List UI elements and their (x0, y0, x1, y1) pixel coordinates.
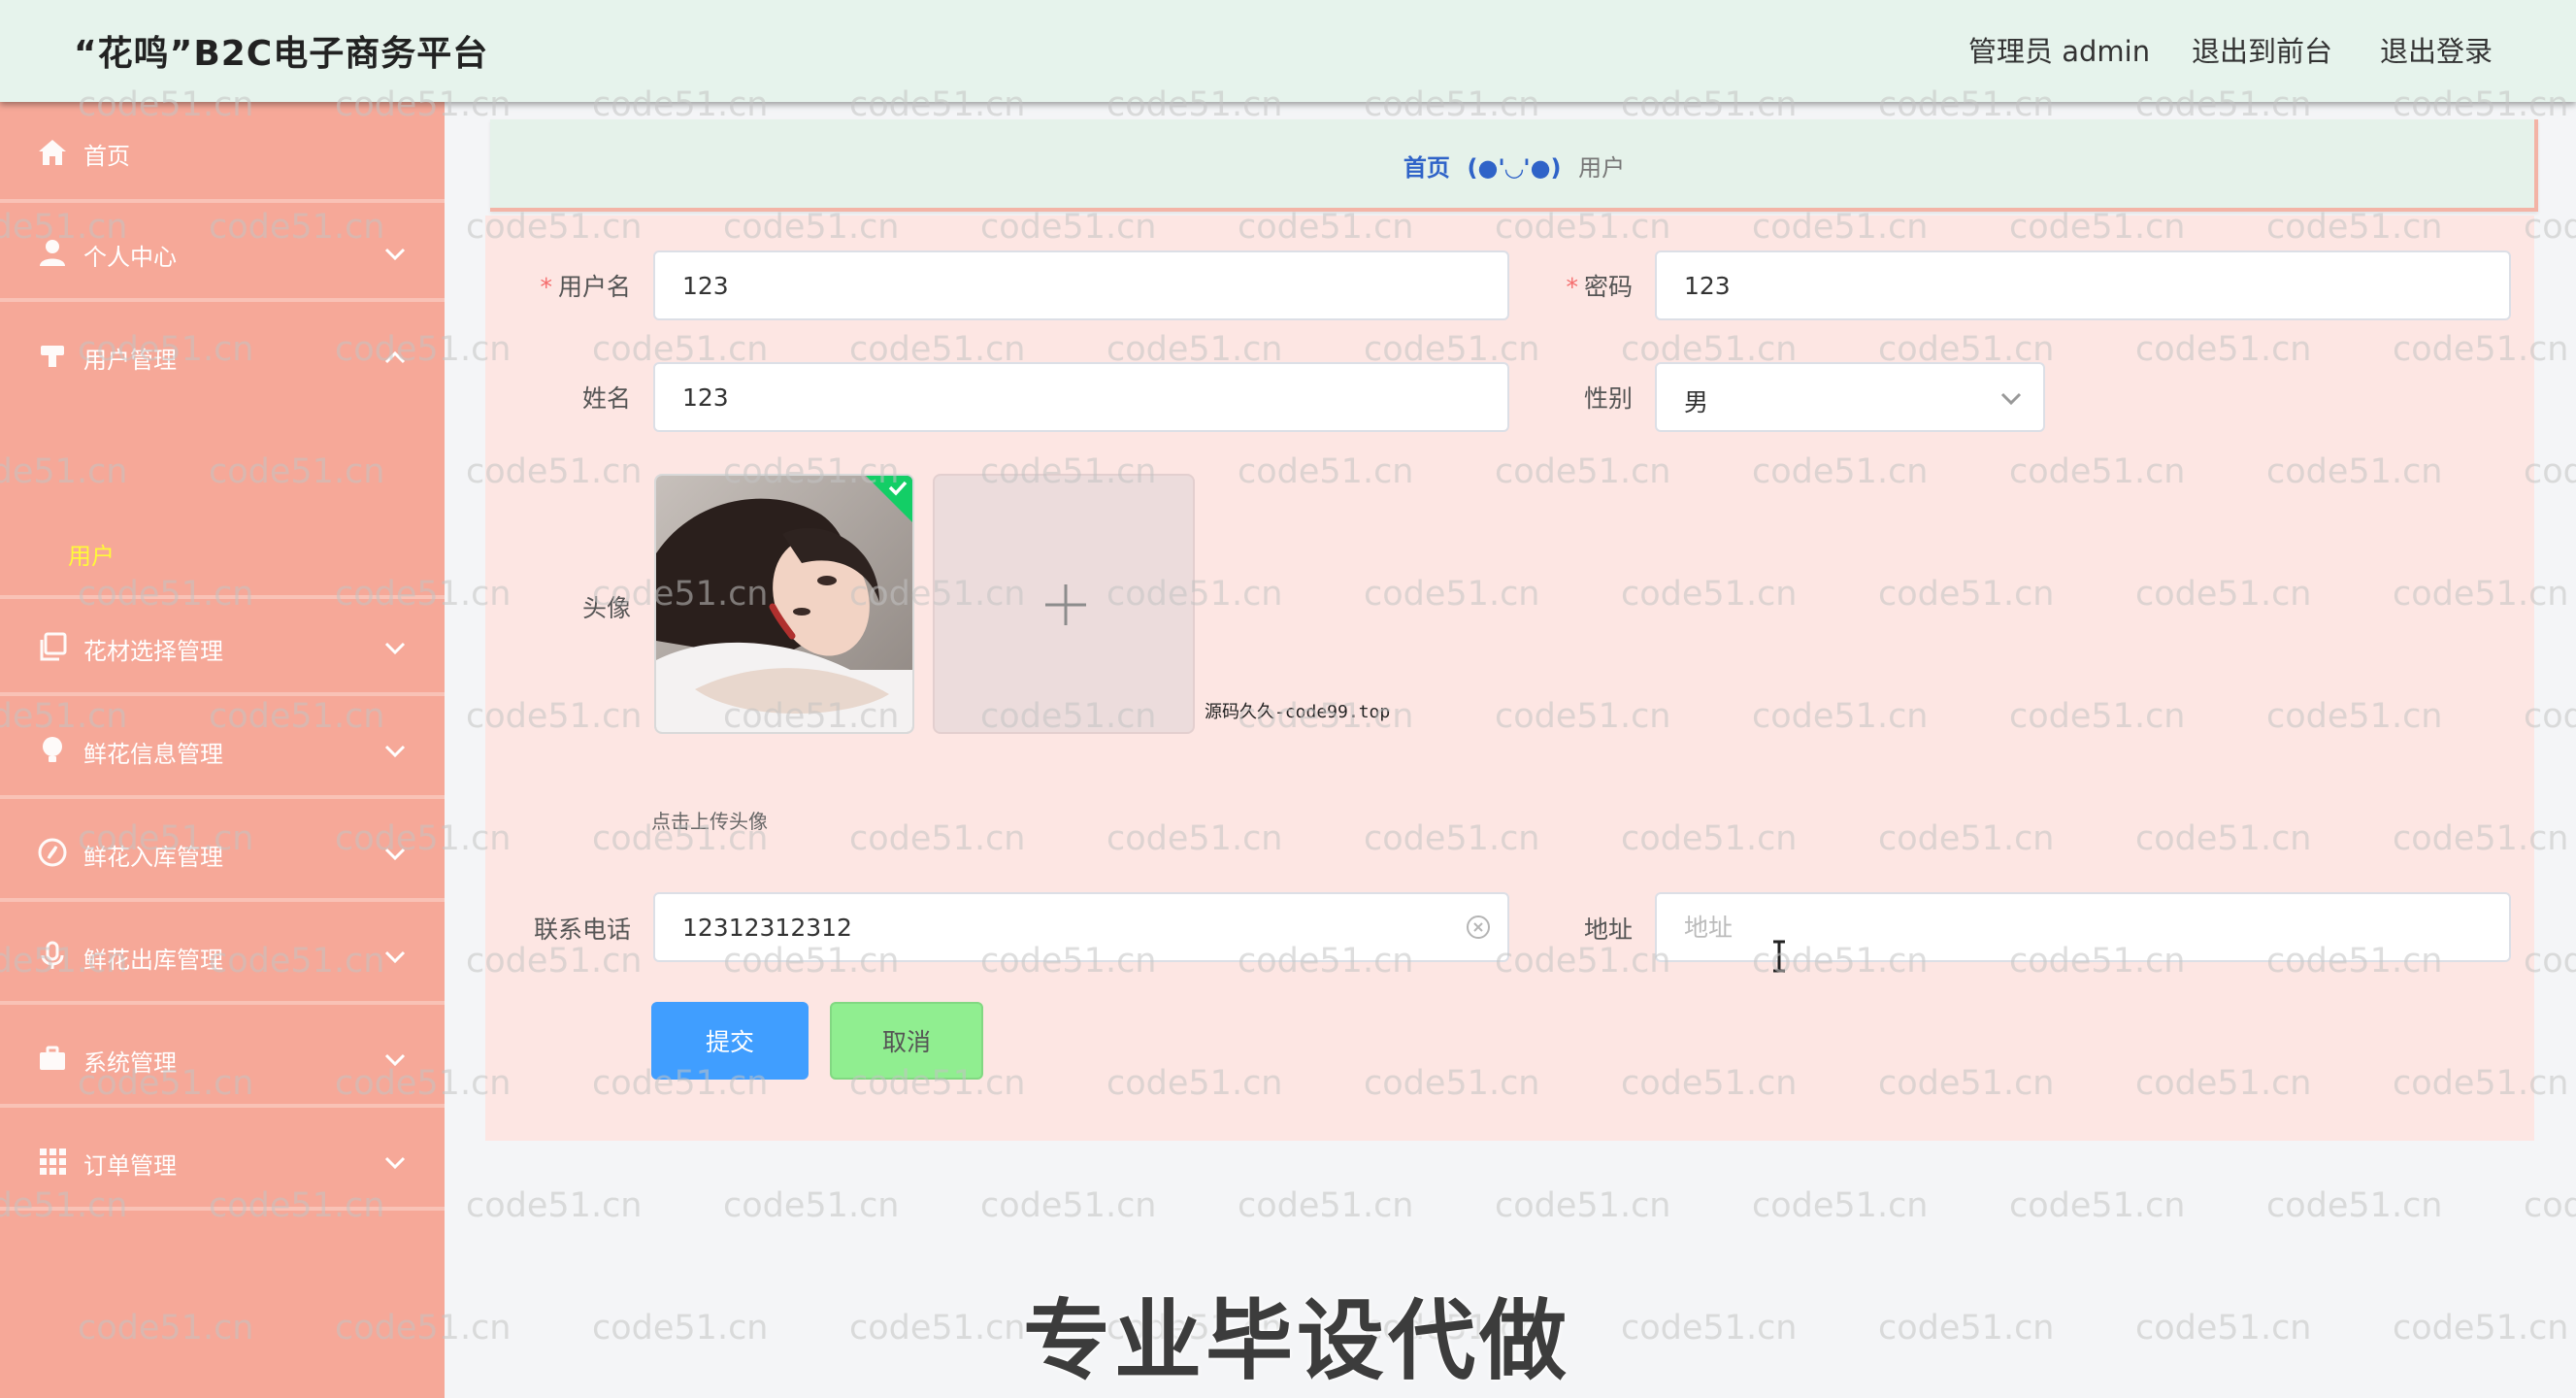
source-note: 源码久久-code99.top (1205, 702, 1391, 722)
grid-icon (40, 1148, 66, 1175)
sidebar-item-label: 系统管理 (83, 1049, 177, 1077)
watermark-text: code51.cn (2135, 1309, 2312, 1348)
phone-input[interactable] (653, 892, 1509, 962)
user-manage-icon (41, 346, 64, 367)
chevron-down-icon (384, 1053, 406, 1067)
sidebar-item-flower-stock-in[interactable]: 鲜花入库管理 (0, 805, 445, 902)
chevron-down-icon (384, 642, 406, 655)
chevron-down-icon (384, 745, 406, 758)
gender-selected-value: 男 (1684, 388, 1709, 416)
clear-icon[interactable] (1466, 915, 1491, 940)
sidebar-item-user-management[interactable]: 用户管理 (0, 308, 445, 599)
avatar-upload-trigger[interactable] (933, 474, 1195, 734)
chevron-up-icon (384, 350, 406, 364)
gender-select[interactable]: 男 (1655, 362, 2045, 432)
breadcrumb-bar: 首页 (●'◡'●) 用户 (490, 119, 2538, 212)
watermark-text: code51.cn (466, 1186, 643, 1225)
watermark-text: code51.cn (1238, 1186, 1414, 1225)
watermark-text: code51.cn (2393, 1309, 2569, 1348)
avatar-upload-hint: 点击上传头像 (651, 810, 768, 833)
watermark-text: code51.cn (2266, 1186, 2443, 1225)
gender-label: 性别 (1583, 384, 1633, 413)
name-input[interactable] (653, 362, 1509, 432)
username-input[interactable] (653, 250, 1509, 320)
sidebar-item-home[interactable]: 首页 (0, 102, 445, 203)
submit-button[interactable]: 提交 (651, 1002, 809, 1080)
copy-icon (40, 632, 67, 661)
upload-success-badge (866, 476, 912, 522)
avatar-preview[interactable] (654, 474, 914, 734)
sidebar-item-orders[interactable]: 订单管理 (0, 1114, 445, 1211)
watermark-text: code51.cn (1878, 1309, 2055, 1348)
chevron-down-icon (2000, 392, 2022, 406)
watermark-text: code51.cn (849, 1309, 1026, 1348)
submenu-item-user[interactable]: 用户 (68, 537, 115, 571)
watermark-text: code51.cn (592, 1309, 769, 1348)
sidebar-item-system[interactable]: 系统管理 (0, 1011, 445, 1108)
exit-to-front-link[interactable]: 退出到前台 (2192, 29, 2332, 70)
sidebar-item-flower-stock-out[interactable]: 鲜花出库管理 (0, 908, 445, 1005)
logout-link[interactable]: 退出登录 (2380, 29, 2493, 70)
name-label: 姓名 (581, 384, 631, 413)
watermark-text: code51.cn (1752, 1186, 1929, 1225)
password-label: * 密码 (1566, 273, 1633, 301)
username-label: * 用户名 (540, 273, 631, 301)
chevron-down-icon (384, 848, 406, 861)
sidebar-item-label: 用户管理 (83, 347, 177, 374)
watermark-text: code51.cn (1621, 1309, 1798, 1348)
watermark-text: code51.cn (2009, 1186, 2186, 1225)
admin-user-link[interactable]: 管理员 admin (1968, 29, 2150, 70)
sidebar-item-flower-info[interactable]: 鲜花信息管理 (0, 702, 445, 799)
required-mark: * (540, 273, 552, 301)
password-input[interactable] (1655, 250, 2511, 320)
sidebar-item-label: 鲜花入库管理 (83, 844, 223, 871)
suitcase-icon (40, 1046, 65, 1070)
app-title: “花鸣”B2C电子商务平台 (74, 34, 489, 74)
sidebar-item-label: 鲜花出库管理 (83, 947, 223, 974)
top-header: “花鸣”B2C电子商务平台 管理员 admin 退出到前台 退出登录 (0, 0, 2576, 102)
home-icon (39, 140, 66, 165)
user-icon (40, 240, 65, 266)
breadcrumb-separator: (●'◡'●) (1467, 154, 1562, 182)
sidebar-item-profile[interactable]: 个人中心 (0, 205, 445, 302)
watermark-text: code51.cn (1495, 1186, 1671, 1225)
phone-label: 联系电话 (533, 915, 631, 944)
compass-icon (38, 838, 67, 867)
text-cursor-icon (1773, 940, 1785, 973)
sidebar-item-label: 首页 (83, 143, 130, 170)
required-mark: * (1566, 273, 1578, 301)
sidebar-item-label: 花材选择管理 (83, 638, 223, 665)
chevron-down-icon (384, 1156, 406, 1170)
watermark-text: code51.cn (2524, 1186, 2576, 1225)
sidebar-item-label: 订单管理 (83, 1152, 177, 1180)
promo-caption: 专业毕设代做 (1023, 1290, 1570, 1392)
sidebar-item-material-management[interactable]: 花材选择管理 (0, 599, 445, 696)
address-label: 地址 (1583, 915, 1633, 944)
chevron-down-icon (384, 248, 406, 261)
breadcrumb: 首页 (●'◡'●) 用户 (490, 149, 2538, 183)
sidebar-item-label: 鲜花信息管理 (83, 741, 223, 768)
breadcrumb-home-link[interactable]: 首页 (1404, 154, 1450, 182)
bulb-icon (43, 737, 62, 762)
watermark-text: code51.cn (723, 1186, 900, 1225)
sidebar-item-label: 个人中心 (83, 244, 177, 271)
sidebar: 首页 个人中心 用户管理 用户 花材选择管理 鲜花信息管理 鲜花入库管理 鲜花出… (0, 102, 445, 1398)
plus-icon (1045, 584, 1086, 625)
mic-icon (41, 941, 64, 969)
watermark-text: code51.cn (980, 1186, 1157, 1225)
breadcrumb-current: 用户 (1578, 154, 1626, 182)
avatar-label: 头像 (581, 594, 631, 622)
cancel-button[interactable]: 取消 (830, 1002, 983, 1080)
chevron-down-icon (384, 950, 406, 964)
